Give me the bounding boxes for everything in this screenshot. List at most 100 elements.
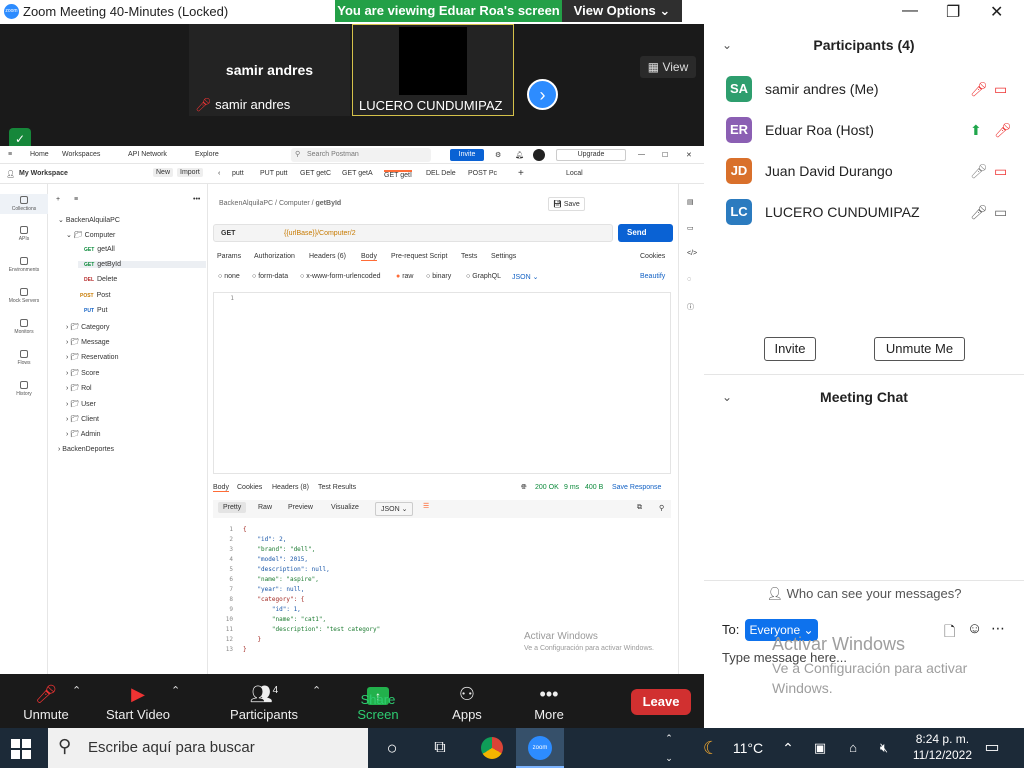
taskbar-search[interactable]: ⚲ Escribe aquí para buscar [48,728,368,768]
request-body-editor[interactable]: 1 [213,292,671,474]
tab[interactable]: GET getA [342,170,373,177]
participants-button[interactable]: 👥︎4 Participants [228,676,300,728]
resp-tab-body[interactable]: Body [213,484,229,492]
cookies-link[interactable]: Cookies [640,253,665,260]
view-raw[interactable]: Raw [258,504,272,511]
send-button[interactable]: Send [618,224,673,242]
taskbar-scroll-icon[interactable]: ⌃ ⌄ [664,728,674,768]
video-icon[interactable]: 🎤︎ [994,122,1012,139]
json-select[interactable]: JSON ⌄ [512,273,538,281]
participant-row[interactable]: ER Eduar Roa (Host) ⬆ 🎤︎ [726,117,1016,143]
tab[interactable]: PUT putt [260,170,288,177]
participant-row[interactable]: SA samir andres (Me) 🎤︎ ▭ [726,76,1016,102]
video-tile-lucero[interactable]: LUCERO CUNDUMIPAZ [352,24,514,116]
caret-up-icon[interactable]: ⌃ [171,684,180,697]
resp-tab-cookies[interactable]: Cookies [237,484,262,491]
nav-api-network[interactable]: API Network [128,151,167,158]
sidebar-item-collections[interactable]: Collections [0,194,48,214]
info-icon[interactable]: ⓘ [687,302,694,312]
leave-button[interactable]: Leave [631,689,691,715]
view-layout-button[interactable]: ▦ View [640,56,696,78]
cortana-icon[interactable]: ○ [378,728,406,768]
apps-button[interactable]: ⚇ Apps [446,676,488,728]
breadcrumb-item[interactable]: BackenAlquilaPC [219,200,273,207]
notifications-icon[interactable]: ▭ [982,728,1002,768]
new-tab-icon[interactable]: + [518,168,524,179]
search-response-icon[interactable]: ⚲ [659,504,664,512]
tree-root[interactable]: ⌄ BackenAlquilaPC [58,216,120,224]
video-tile-samir[interactable]: samir andres 🎤︎ samir andres [189,24,350,116]
more-button[interactable]: ••• More [528,676,570,728]
save-button[interactable]: 💾︎ Save [548,197,585,211]
close-icon[interactable]: ✕ [990,2,1003,22]
share-screen-button[interactable]: ↑ Share Screen [340,676,416,728]
upgrade-button[interactable]: Upgrade [556,149,626,161]
meet-icon[interactable]: ▣ [810,728,830,768]
video-icon[interactable]: ▭ [994,204,1007,221]
nav-explore[interactable]: Explore [195,151,219,158]
tree-folder[interactable]: › 📁︎ Score [66,369,99,377]
tree-request[interactable]: POST Post [80,292,111,299]
nav-workspaces[interactable]: Workspaces [62,151,100,158]
search-input[interactable]: ⚲ Search Postman [291,148,431,162]
sidebar-item-history[interactable]: History [0,381,48,397]
maximize-icon[interactable]: ☐ [662,151,668,159]
view-options-button[interactable]: View Options ⌄ [562,0,682,22]
task-view-icon[interactable]: ⧉ [426,728,454,768]
view-pretty[interactable]: Pretty [218,502,247,513]
taskbar-clock[interactable]: 8:24 p. m. 11/12/2022 [913,731,972,763]
participant-row[interactable]: LC LUCERO CUNDUMIPAZ 🎤︎ ▭ [726,199,1016,225]
sidebar-item-apis[interactable]: APIs [0,226,48,242]
tab[interactable]: putt [232,170,244,177]
tree-collection[interactable]: › BackenDeportes [58,446,114,453]
close-icon[interactable]: ✕ [686,151,692,159]
tab-headers[interactable]: Headers (6) [309,253,346,260]
import-button[interactable]: Import [177,168,203,177]
caret-up-icon[interactable]: ⌃ [72,684,81,697]
nav-home[interactable]: Home [30,151,49,158]
method-select[interactable]: GET [221,230,235,237]
sidebar-item-monitors[interactable]: Monitors [0,319,48,335]
breadcrumb-item[interactable]: Computer [279,200,310,207]
body-type-none[interactable]: ○ none [218,273,240,280]
sidebar-item-environments[interactable]: Environments [0,257,48,273]
body-type-graphql[interactable]: ○ GraphQL [466,273,501,280]
mic-icon[interactable]: 🎤︎ [970,204,988,221]
tab-body[interactable]: Body [361,253,377,261]
lightbulb-icon[interactable]: ◌ [687,276,691,283]
tree-folder-computer[interactable]: ⌄ 📁︎ Computer [66,231,115,239]
caret-up-icon[interactable]: ⌃ [312,684,321,697]
bell-icon[interactable]: 🔔︎ [515,151,524,159]
body-type-urlencoded[interactable]: ○ x-www-form-urlencoded [300,273,380,280]
unmute-button[interactable]: 🎤︎ Unmute [18,676,74,728]
tab[interactable]: DEL Dele [426,170,456,177]
tray-chevron-icon[interactable]: ⌃ [778,728,798,768]
view-preview[interactable]: Preview [288,504,313,511]
invite-button[interactable]: Invite [764,337,816,361]
save-response-button[interactable]: Save Response [612,484,661,491]
view-visualize[interactable]: Visualize [331,504,359,511]
avatar[interactable] [533,149,545,161]
tab-tests[interactable]: Tests [461,253,477,260]
body-type-form-data[interactable]: ○ form-data [252,273,288,280]
tree-folder[interactable]: › 📁︎ Admin [66,430,101,438]
comments-icon[interactable]: ▭ [687,224,694,232]
video-icon[interactable]: ▭ [994,163,1007,180]
unmute-me-button[interactable]: Unmute Me [874,337,965,361]
add-icon[interactable]: + [56,196,60,203]
tree-folder[interactable]: › 📁︎ Client [66,415,99,423]
tree-request-selected[interactable]: GET getById [78,261,206,268]
tab-active[interactable]: GET getI [384,170,412,179]
format-select[interactable]: JSON ⌄ [375,502,414,516]
wrap-icon[interactable]: ☰ [423,502,429,510]
mic-icon[interactable]: 🎤︎ [970,81,988,98]
tab-params[interactable]: Params [217,253,241,260]
resp-tab-headers[interactable]: Headers (8) [272,484,309,491]
tree-folder[interactable]: › 📁︎ Category [66,323,110,331]
tree-folder[interactable]: › 📁︎ Rol [66,384,92,392]
tree-folder[interactable]: › 📁︎ Reservation [66,353,118,361]
filter-icon[interactable]: ≡ [74,196,78,203]
menu-icon[interactable]: ≡ [8,151,12,158]
tab[interactable]: POST Pc [468,170,497,177]
tree-request[interactable]: GET getAll [84,246,115,253]
